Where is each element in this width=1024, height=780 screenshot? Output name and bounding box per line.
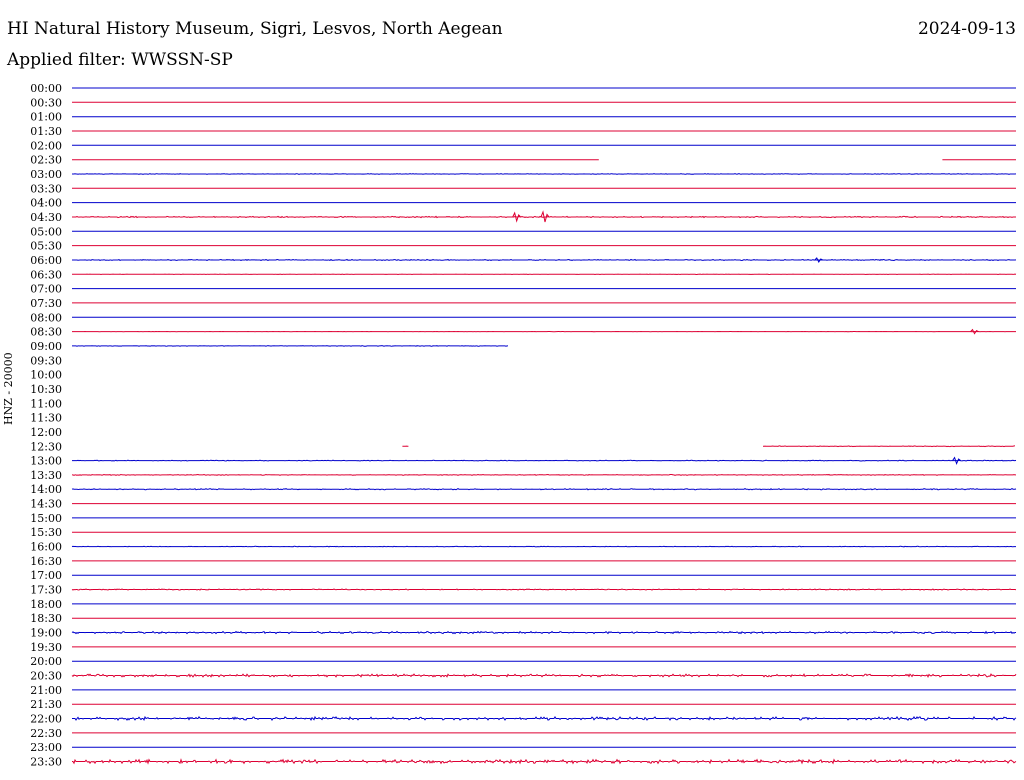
time-tick-label: 16:00 — [30, 541, 62, 554]
time-tick-label: 02:30 — [30, 154, 62, 167]
trace-line — [71, 673, 1017, 678]
trace-line — [71, 488, 1017, 491]
time-tick-label: 04:00 — [30, 197, 62, 210]
trace-line — [72, 258, 1017, 262]
time-tick-label: 12:30 — [30, 440, 62, 453]
time-tick-label: 11:30 — [30, 412, 62, 425]
time-tick-label: 08:00 — [30, 311, 62, 324]
time-tick-label: 18:30 — [30, 612, 62, 625]
time-tick-label: 01:00 — [30, 111, 62, 124]
trace-line — [72, 715, 1017, 722]
time-tick-label: 17:00 — [30, 569, 62, 582]
trace-line — [71, 545, 1016, 548]
time-tick-label: 00:30 — [30, 96, 62, 109]
time-tick-label: 09:00 — [30, 340, 62, 353]
trace-line — [72, 473, 1016, 476]
time-tick-label: 22:00 — [30, 713, 62, 726]
time-tick-label: 11:00 — [30, 397, 62, 410]
time-tick-label: 23:00 — [30, 741, 62, 754]
time-tick-label: 15:30 — [30, 526, 62, 539]
time-tick-label: 10:00 — [30, 369, 62, 382]
trace-line — [72, 459, 1017, 462]
time-tick-label: 19:30 — [30, 641, 62, 654]
time-tick-label: 06:30 — [30, 268, 62, 281]
trace-line — [72, 758, 1017, 765]
time-tick-label: 06:00 — [30, 254, 62, 267]
time-tick-label: 14:00 — [30, 483, 62, 496]
time-tick-label: 22:30 — [30, 727, 62, 740]
trace-line — [72, 173, 1017, 175]
time-tick-label: 10:30 — [30, 383, 62, 396]
trace-line — [72, 345, 508, 347]
time-tick-label: 02:00 — [30, 139, 62, 152]
trace-line — [71, 630, 1016, 635]
time-tick-label: 15:00 — [30, 512, 62, 525]
time-tick-label: 13:30 — [30, 469, 62, 482]
time-tick-label: 05:30 — [30, 240, 62, 253]
time-tick-label: 14:30 — [30, 498, 62, 511]
time-tick-label: 18:00 — [30, 598, 62, 611]
time-tick-label: 13:00 — [30, 455, 62, 468]
time-tick-label: 12:00 — [30, 426, 62, 439]
time-tick-label: 21:00 — [30, 684, 62, 697]
time-tick-label: 05:00 — [30, 225, 62, 238]
time-tick-label: 04:30 — [30, 211, 62, 224]
time-tick-label: 21:30 — [30, 698, 62, 711]
time-tick-label: 07:00 — [30, 283, 62, 296]
time-tick-label: 09:30 — [30, 354, 62, 367]
time-tick-label: 08:30 — [30, 326, 62, 339]
time-tick-label: 23:30 — [30, 756, 62, 769]
time-tick-label: 17:30 — [30, 584, 62, 597]
time-tick-label: 03:30 — [30, 182, 62, 195]
time-tick-label: 19:00 — [30, 627, 62, 640]
helicorder-plot: 00:0000:30 01:0001:3002:00 02:3003:0003:30… — [30, 82, 1017, 769]
time-tick-label: 00:00 — [30, 82, 62, 95]
trace-line — [763, 445, 1015, 448]
time-tick-label: 03:00 — [30, 168, 62, 181]
time-tick-label: 16:30 — [30, 555, 62, 568]
time-tick-label: 01:30 — [30, 125, 62, 138]
time-tick-label: 20:00 — [30, 655, 62, 668]
time-tick-label: 07:30 — [30, 297, 62, 310]
trace-line — [71, 588, 1017, 591]
time-tick-label: 20:30 — [30, 670, 62, 683]
